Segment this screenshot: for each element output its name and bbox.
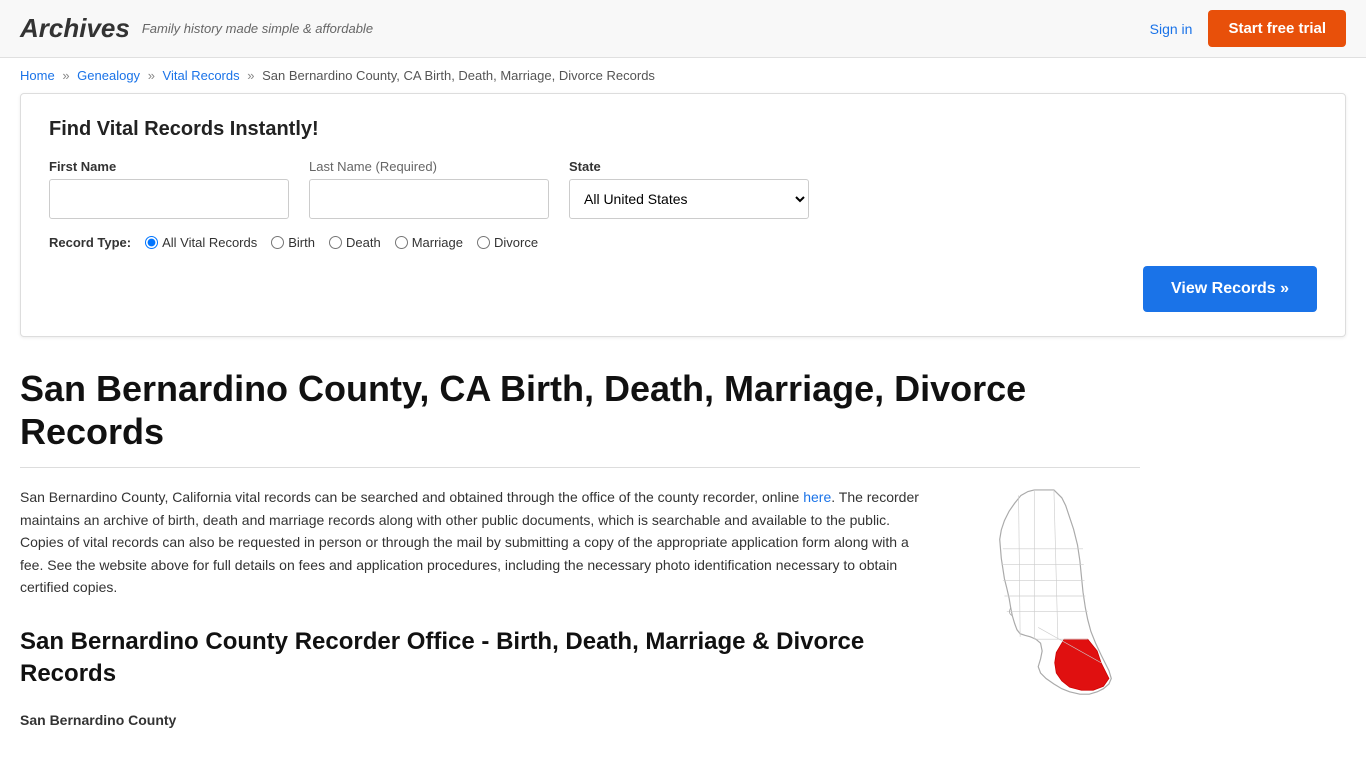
view-records-button[interactable]: View Records » [1143, 266, 1317, 312]
radio-divorce-label: Divorce [494, 235, 538, 250]
record-type-label: Record Type: [49, 235, 131, 250]
california-map [960, 486, 1140, 709]
radio-birth-label: Birth [288, 235, 315, 250]
radio-marriage[interactable]: Marriage [395, 235, 463, 250]
logo-tagline: Family history made simple & affordable [142, 21, 373, 36]
start-trial-button[interactable]: Start free trial [1208, 10, 1346, 47]
breadcrumb-sep-2: » [148, 68, 155, 83]
breadcrumb-vital-records[interactable]: Vital Records [163, 68, 240, 83]
radio-death[interactable]: Death [329, 235, 381, 250]
radio-divorce[interactable]: Divorce [477, 235, 538, 250]
radio-birth[interactable]: Birth [271, 235, 315, 250]
content-text: San Bernardino County, California vital … [20, 486, 930, 731]
breadcrumb-genealogy[interactable]: Genealogy [77, 68, 140, 83]
breadcrumb: Home » Genealogy » Vital Records » San B… [0, 58, 1366, 93]
last-name-input[interactable] [309, 179, 549, 219]
radio-divorce-input[interactable] [477, 236, 490, 249]
first-name-input[interactable] [49, 179, 289, 219]
signin-link[interactable]: Sign in [1150, 21, 1193, 37]
search-title: Find Vital Records Instantly! [49, 118, 1317, 141]
search-fields: First Name Last Name (Required) State Al… [49, 159, 1317, 219]
breadcrumb-current: San Bernardino County, CA Birth, Death, … [262, 68, 655, 83]
first-name-label: First Name [49, 159, 289, 174]
body-text-1: San Bernardino County, California vital … [20, 489, 803, 505]
page-title: San Bernardino County, CA Birth, Death, … [20, 367, 1140, 453]
page-header: Archives Family history made simple & af… [0, 0, 1366, 58]
header-right: Sign in Start free trial [1150, 10, 1346, 47]
archives-logo: Archives [20, 13, 130, 44]
breadcrumb-sep-3: » [247, 68, 254, 83]
radio-death-label: Death [346, 235, 381, 250]
main-content: San Bernardino County, CA Birth, Death, … [0, 357, 1160, 761]
last-name-group: Last Name (Required) [309, 159, 549, 219]
content-divider [20, 467, 1140, 468]
breadcrumb-sep-1: » [62, 68, 69, 83]
body-paragraph: San Bernardino County, California vital … [20, 486, 930, 598]
radio-death-input[interactable] [329, 236, 342, 249]
radio-birth-input[interactable] [271, 236, 284, 249]
body-here-link[interactable]: here [803, 489, 831, 505]
header-left: Archives Family history made simple & af… [20, 13, 373, 44]
breadcrumb-home[interactable]: Home [20, 68, 55, 83]
radio-all-vital-input[interactable] [145, 236, 158, 249]
state-select[interactable]: All United States [569, 179, 809, 219]
county-name: San Bernardino County [20, 709, 930, 731]
record-type-row: Record Type: All Vital Records Birth Dea… [49, 235, 1317, 250]
radio-marriage-label: Marriage [412, 235, 463, 250]
section-title: San Bernardino County Recorder Office - … [20, 626, 930, 688]
radio-marriage-input[interactable] [395, 236, 408, 249]
state-group: State All United States [569, 159, 809, 219]
state-label: State [569, 159, 809, 174]
radio-all-vital-label: All Vital Records [162, 235, 257, 250]
last-name-label: Last Name (Required) [309, 159, 549, 174]
radio-all-vital[interactable]: All Vital Records [145, 235, 257, 250]
content-row: San Bernardino County, California vital … [20, 486, 1140, 731]
search-actions: View Records » [49, 266, 1317, 312]
search-box: Find Vital Records Instantly! First Name… [20, 93, 1346, 337]
ca-map-svg [960, 486, 1140, 706]
first-name-group: First Name [49, 159, 289, 219]
